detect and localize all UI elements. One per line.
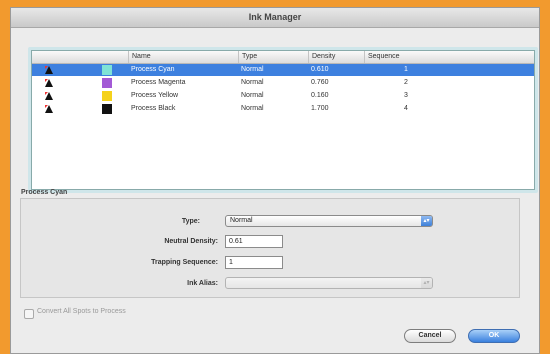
convert-spots-checkbox[interactable] <box>24 309 34 319</box>
ink-list-frame: Name Type Density Sequence Process Cyan … <box>28 47 538 193</box>
background-strip <box>0 120 10 354</box>
process-ink-icon <box>45 79 53 87</box>
column-sequence[interactable]: Sequence <box>364 51 434 63</box>
table-row[interactable]: Process Cyan Normal 0.610 1 <box>32 64 534 76</box>
table-row[interactable]: Process Black Normal 1.700 4 <box>32 103 534 115</box>
row-name: Process Black <box>131 105 176 112</box>
row-type: Normal <box>241 105 264 112</box>
type-select-value: Normal <box>230 217 253 224</box>
ink-section-title: Process Cyan <box>21 189 68 196</box>
ink-alias-label: Ink Alias: <box>187 280 218 287</box>
row-name: Process Yellow <box>131 92 179 99</box>
row-type: Normal <box>241 92 264 99</box>
row-sequence: 4 <box>404 105 408 112</box>
cancel-button[interactable]: Cancel <box>404 329 456 343</box>
process-ink-icon <box>45 105 53 113</box>
row-density: 0.760 <box>311 79 329 86</box>
process-ink-icon <box>45 66 53 74</box>
column-name[interactable]: Name <box>128 51 238 63</box>
trapping-sequence-field[interactable]: 1 <box>225 256 283 269</box>
table-row[interactable]: Process Magenta Normal 0.760 2 <box>32 77 534 89</box>
table-row[interactable]: Process Yellow Normal 0.160 3 <box>32 90 534 102</box>
neutral-density-field[interactable]: 0.61 <box>225 235 283 248</box>
trapping-sequence-label: Trapping Sequence: <box>151 259 218 266</box>
dialog-title: Ink Manager <box>11 8 539 28</box>
swatch-magenta <box>102 78 112 88</box>
type-select[interactable]: Normal ▴▾ <box>225 215 433 227</box>
row-type: Normal <box>241 79 264 86</box>
row-name: Process Cyan <box>131 66 175 73</box>
column-type[interactable]: Type <box>238 51 308 63</box>
type-label: Type: <box>181 218 200 225</box>
swatch-black <box>102 104 112 114</box>
swatch-yellow <box>102 91 112 101</box>
neutral-density-label: Neutral Density: <box>164 238 218 245</box>
row-density: 1.700 <box>311 105 329 112</box>
row-sequence: 3 <box>404 92 408 99</box>
row-density: 0.160 <box>311 92 329 99</box>
row-sequence: 2 <box>404 79 408 86</box>
ink-alias-select: ▴▾ <box>225 277 433 289</box>
chevron-updown-icon: ▴▾ <box>421 278 432 288</box>
row-sequence: 1 <box>404 66 408 73</box>
process-ink-icon <box>45 92 53 100</box>
swatch-cyan <box>102 65 112 75</box>
row-name: Process Magenta <box>131 79 186 86</box>
convert-spots-label: Convert All Spots to Process <box>37 308 126 315</box>
ink-manager-dialog: Ink Manager Name Type Density Sequence P… <box>10 7 540 354</box>
table-header: Name Type Density Sequence <box>32 51 534 64</box>
chevron-updown-icon: ▴▾ <box>421 216 432 226</box>
row-density: 0.610 <box>311 66 329 73</box>
ink-list[interactable]: Name Type Density Sequence Process Cyan … <box>31 50 535 190</box>
ok-button[interactable]: OK <box>468 329 520 343</box>
row-type: Normal <box>241 66 264 73</box>
column-density[interactable]: Density <box>308 51 364 63</box>
